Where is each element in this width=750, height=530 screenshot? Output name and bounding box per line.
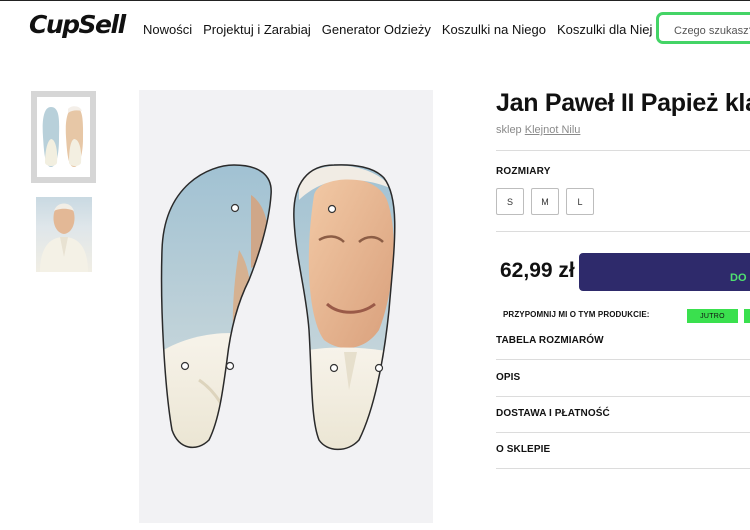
shop-link[interactable]: Klejnot Nilu bbox=[525, 124, 581, 136]
product-title: Jan Paweł II Papież klap bbox=[496, 89, 750, 117]
strap-hole-icon bbox=[230, 203, 240, 213]
thumbnail-portrait[interactable] bbox=[36, 197, 92, 272]
size-button-l[interactable]: L bbox=[566, 188, 594, 215]
top-border bbox=[0, 0, 750, 1]
main-product-image[interactable] bbox=[139, 90, 433, 523]
shop-line: sklep Klejnot Nilu bbox=[496, 124, 580, 136]
strap-hole-icon bbox=[327, 204, 337, 214]
divider bbox=[496, 468, 750, 469]
thumbnail-sandals-image bbox=[37, 97, 90, 177]
nav-item-koszulki-niego[interactable]: Koszulki na Niego bbox=[442, 22, 546, 37]
product-price: 62,99 zł bbox=[500, 259, 575, 282]
sizes-label: ROZMIARY bbox=[496, 166, 551, 177]
search-input[interactable] bbox=[656, 12, 750, 44]
divider bbox=[496, 396, 750, 397]
strap-hole-icon bbox=[374, 363, 384, 373]
accordion-about-shop[interactable]: O SKLEPIE bbox=[496, 444, 550, 455]
strap-hole-icon bbox=[329, 363, 339, 373]
strap-hole-icon bbox=[225, 361, 235, 371]
divider bbox=[496, 231, 750, 232]
remind-label: PRZYPOMNIJ MI O TYM PRODUKCIE: bbox=[503, 310, 650, 319]
divider bbox=[496, 432, 750, 433]
thumbnail-sandals[interactable] bbox=[31, 91, 96, 183]
accordion-description[interactable]: OPIS bbox=[496, 372, 520, 383]
shop-prefix: sklep bbox=[496, 124, 522, 136]
nav-item-nowosci[interactable]: Nowości bbox=[143, 22, 192, 37]
divider bbox=[496, 150, 750, 151]
nav-item-projektuj[interactable]: Projektuj i Zarabiaj bbox=[203, 22, 311, 37]
size-button-m[interactable]: M bbox=[531, 188, 559, 215]
sandals-image bbox=[160, 164, 396, 451]
nav-item-generator[interactable]: Generator Odzieży bbox=[322, 22, 431, 37]
size-button-s[interactable]: S bbox=[496, 188, 524, 215]
remind-option-button[interactable] bbox=[744, 309, 750, 323]
accordion-shipping-payment[interactable]: DOSTAWA I PŁATNOŚĆ bbox=[496, 408, 610, 419]
main-nav: Nowości Projektuj i Zarabiaj Generator O… bbox=[143, 22, 652, 37]
accordion-size-table[interactable]: TABELA ROZMIARÓW bbox=[496, 335, 604, 346]
cupsell-logo[interactable]: CupSell bbox=[29, 10, 126, 39]
portrait-thumbnail-icon bbox=[40, 203, 88, 272]
add-to-cart-button[interactable]: DO bbox=[579, 253, 750, 291]
remind-tomorrow-button[interactable]: JUTRO bbox=[687, 309, 738, 323]
divider bbox=[496, 359, 750, 360]
nav-item-koszulki-niej[interactable]: Koszulki dla Niej bbox=[557, 22, 652, 37]
strap-hole-icon bbox=[180, 361, 190, 371]
sandals-thumbnail-icon bbox=[42, 106, 84, 167]
